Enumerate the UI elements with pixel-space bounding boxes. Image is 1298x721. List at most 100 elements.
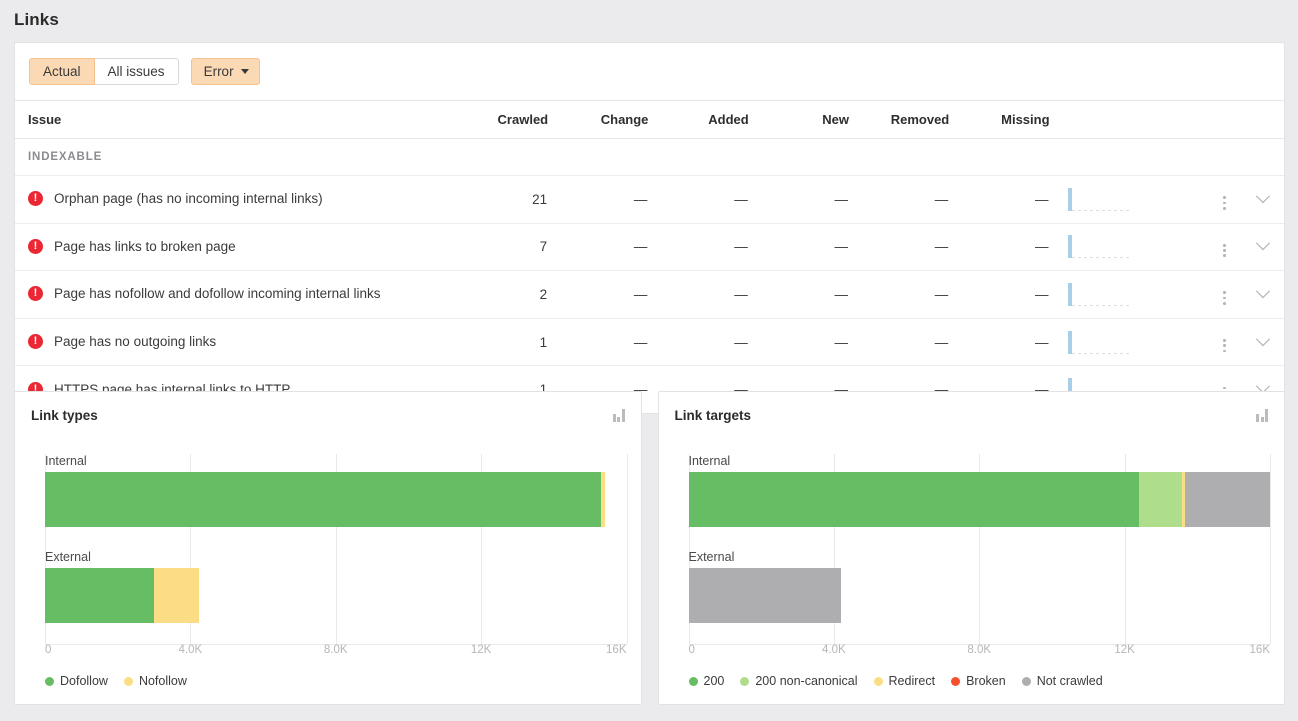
chevron-down-icon[interactable] [1255,236,1270,251]
legend-item[interactable]: 200 [688,674,724,688]
cell-change: — [548,175,649,224]
column-header-change[interactable]: Change [548,100,649,139]
cell-removed: — [848,318,950,367]
charts-row: Link types Internal External 0 4.0K 8.0K 12… [14,391,1285,705]
legend-item[interactable]: Broken [951,674,1006,688]
link-types-plot: Internal External [45,454,628,644]
gridline [626,454,628,644]
issue-label[interactable]: Orphan page (has no incoming internal li… [54,190,323,208]
cell-menu [1207,270,1242,319]
view-tabs: Actual All issues [29,58,179,85]
stacked-bar[interactable] [45,568,627,623]
legend-item[interactable]: Not crawled [1021,674,1103,688]
cell-expand [1241,270,1284,319]
cell-new: — [748,270,849,319]
row-menu-icon[interactable] [1221,194,1228,211]
column-header-menu [1207,100,1242,139]
bar-segment[interactable] [688,568,841,623]
error-icon [28,285,43,302]
column-header-expand [1241,100,1284,139]
table-row[interactable]: Orphan page (has no incoming internal li… [15,175,1284,224]
sparkline-baseline [1071,257,1130,259]
legend-item[interactable]: 200 non-canonical [740,674,858,688]
severity-filter-dropdown[interactable]: Error [190,58,260,85]
issue-label[interactable]: Page has links to broken page [54,238,236,256]
cell-expand [1241,318,1284,367]
cell-change: — [548,270,649,319]
column-header-issue[interactable]: Issue [15,100,448,139]
column-header-missing[interactable]: Missing [949,100,1050,139]
section-header-indexable: INDEXABLE [15,138,1284,176]
group-label: Internal [45,454,87,468]
legend-color-swatch [951,676,961,686]
issues-table-body: INDEXABLE Orphan page (has no incoming i… [15,138,1284,413]
tab-all-issues[interactable]: All issues [94,58,179,85]
gridline [1270,454,1271,644]
cell-crawled: 2 [447,270,549,319]
chevron-down-icon [240,69,249,74]
cell-trend [1049,318,1208,367]
bar-segment[interactable] [1185,472,1270,527]
cell-new: — [748,175,849,224]
axis-tick-label: 0 [45,644,52,656]
table-row[interactable]: Page has nofollow and dofollow incoming … [15,270,1284,319]
chevron-down-icon[interactable] [1255,331,1270,346]
axis-tick-label: 4.0K [822,644,846,656]
cell-added: — [648,223,749,272]
bar-chart-icon[interactable] [612,409,625,422]
sparkline-bar [1067,282,1072,306]
cell-menu [1207,318,1242,367]
bar-chart-icon[interactable] [1256,409,1268,422]
row-menu-icon[interactable] [1221,337,1228,354]
stacked-bar[interactable] [688,472,1270,527]
link-types-legend: Dofollow Nofollow [45,674,187,688]
column-header-crawled[interactable]: Crawled [447,100,549,139]
column-header-removed[interactable]: Removed [848,100,950,139]
links-page: Links Actual All issues Error Issue Craw… [0,0,1298,721]
sparkline-chart [1067,282,1130,306]
legend-label: Broken [966,674,1006,688]
page-title: Links [14,10,59,29]
issue-cell: Orphan page (has no incoming internal li… [15,175,448,224]
legend-item[interactable]: Redirect [873,674,935,688]
issue-label[interactable]: Page has no outgoing links [54,333,216,351]
table-row[interactable]: Page has no outgoing links 1 — — — — — [15,318,1284,367]
bar-segment[interactable] [601,472,606,527]
issues-toolbar: Actual All issues Error [15,43,1284,100]
tab-actual[interactable]: Actual [29,58,95,85]
legend-label: 200 non-canonical [755,674,858,688]
legend-item[interactable]: Dofollow [45,674,108,688]
column-header-trend [1049,100,1208,139]
bar-segment[interactable] [688,472,1139,527]
stacked-bar[interactable] [688,568,1271,623]
sparkline-bar [1067,235,1072,259]
legend-item[interactable]: Nofollow [123,674,187,688]
bar-segment[interactable] [45,472,602,527]
row-menu-icon[interactable] [1221,242,1228,259]
link-targets-legend: 200 200 non-canonical Redirect Broken Not cr… [688,674,1103,688]
link-types-card: Link types Internal External 0 4.0K 8.0K 12… [14,391,642,705]
error-icon [28,238,43,254]
table-row[interactable]: Page has links to broken page 7 — — — — … [15,223,1284,272]
bar-segment[interactable] [45,568,155,623]
issue-label[interactable]: Page has nofollow and dofollow incoming … [54,285,380,303]
legend-color-swatch [740,676,750,686]
bar-segment[interactable] [1138,472,1183,527]
link-types-header: Link types [15,392,641,423]
link-targets-card: Link targets Internal External 0 4.0K 8.0K… [657,391,1285,705]
column-header-added[interactable]: Added [648,100,749,139]
cell-crawled: 1 [447,318,549,367]
legend-color-swatch [123,676,133,686]
cell-expand [1241,175,1284,224]
chevron-down-icon[interactable] [1255,188,1270,204]
sparkline-baseline [1071,352,1130,354]
column-header-new[interactable]: New [748,100,849,139]
link-types-group-external: External [45,550,627,623]
bar-segment[interactable] [154,568,199,623]
row-menu-icon[interactable] [1221,289,1228,306]
stacked-bar[interactable] [45,472,627,527]
group-label: External [688,550,735,564]
legend-label: Nofollow [138,674,187,688]
chevron-down-icon[interactable] [1255,284,1270,299]
link-types-title: Link types [31,408,98,423]
